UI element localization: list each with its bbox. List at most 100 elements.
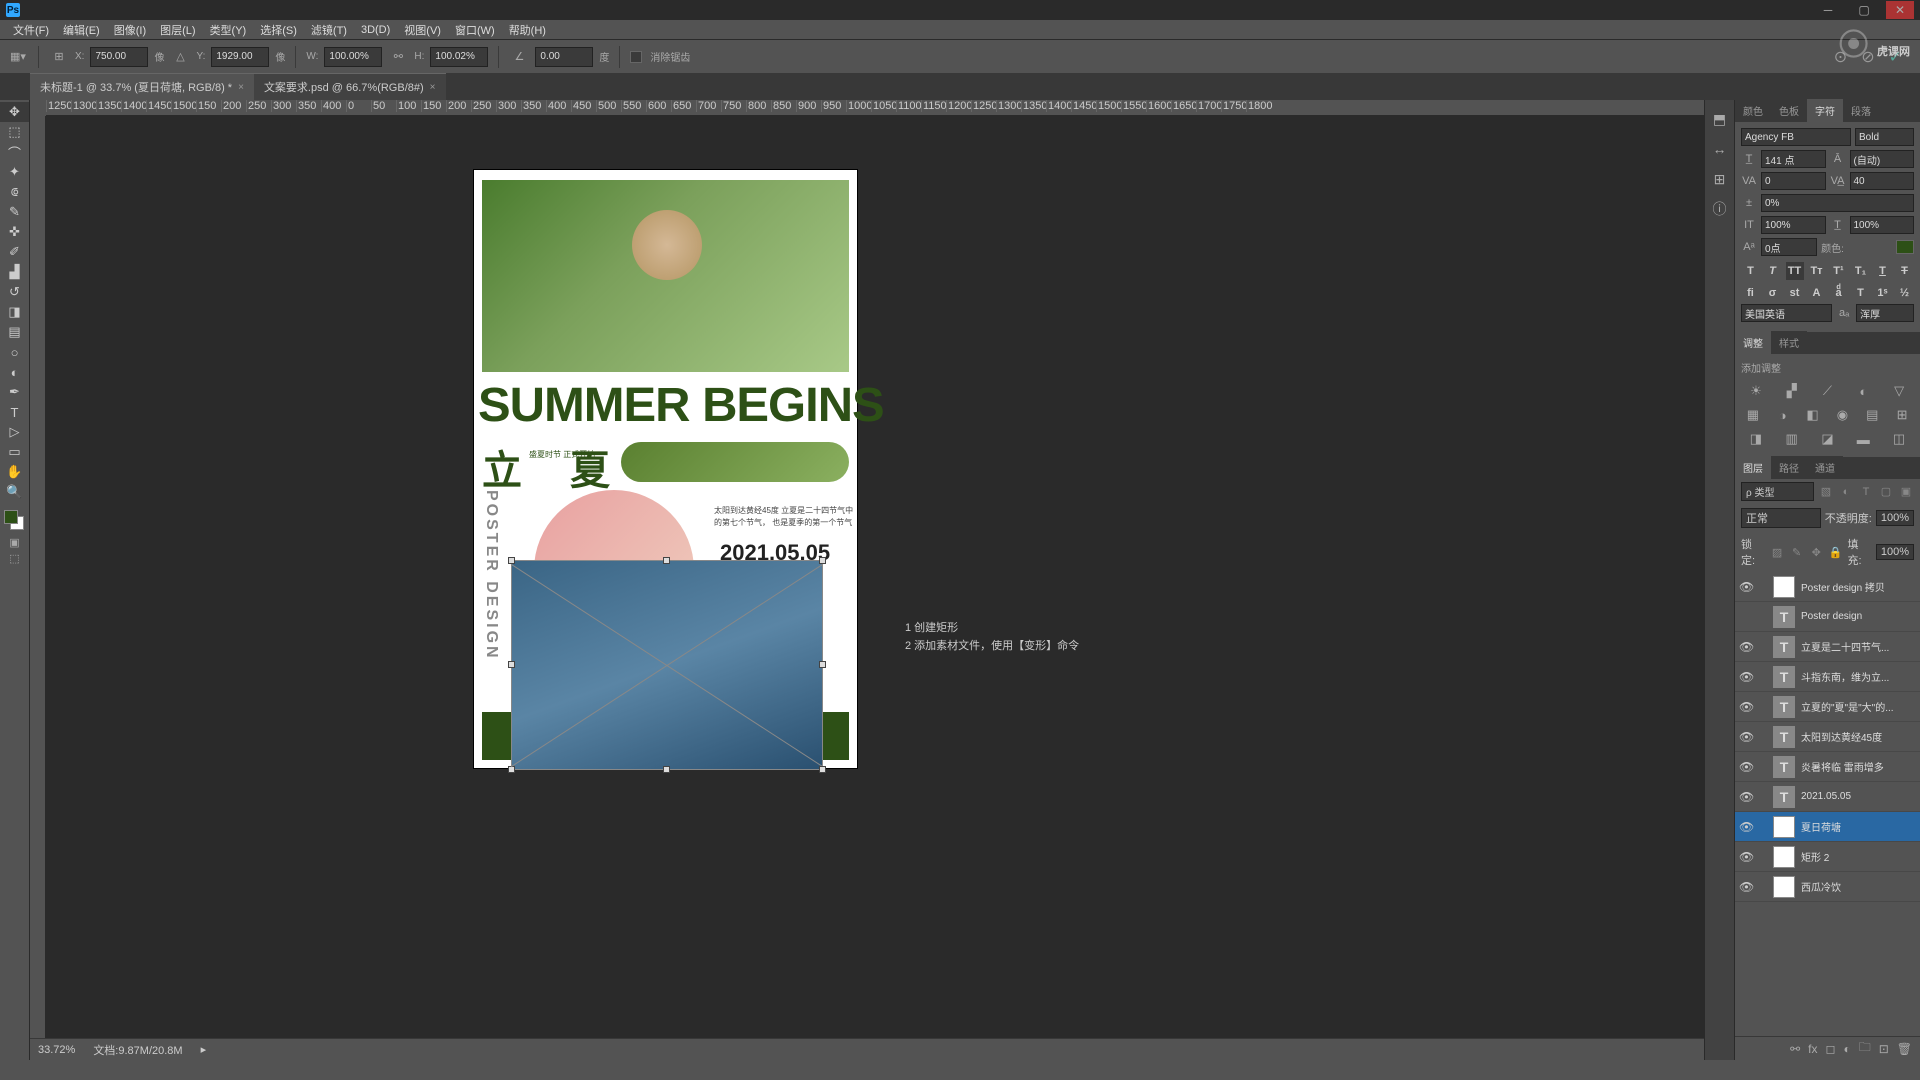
filter-type-icon[interactable]: T (1858, 484, 1874, 500)
brush-panel-icon[interactable]: ↔ (1711, 140, 1729, 158)
layer-row[interactable]: 👁T立夏的"夏"是"大"的... (1735, 692, 1920, 722)
antialias-check[interactable] (630, 51, 642, 63)
layer-row[interactable]: 👁 矩形 2 (1735, 842, 1920, 872)
layer-name[interactable]: 立夏的"夏"是"大"的... (1801, 699, 1894, 714)
screenmode-icon[interactable]: ⬚ (0, 550, 29, 566)
w-input[interactable] (324, 47, 382, 67)
maximize-button[interactable]: ▢ (1850, 1, 1878, 19)
marquee-tool[interactable]: ⬚ (0, 122, 29, 142)
layer-list[interactable]: 👁Poster design 拷贝TPoster design👁T立夏是二十四节… (1735, 572, 1920, 1036)
menu-type[interactable]: 类型(Y) (203, 22, 254, 38)
layer-row[interactable]: 👁西瓜冷饮 (1735, 872, 1920, 902)
vibrance-icon[interactable]: ▽ (1890, 382, 1908, 400)
menu-window[interactable]: 窗口(W) (448, 22, 502, 38)
menu-filter[interactable]: 滤镜(T) (304, 22, 354, 38)
handle-mr[interactable] (819, 661, 826, 668)
doc-size[interactable]: 文档:9.87M/20.8M (93, 1042, 182, 1058)
handle-bc[interactable] (663, 766, 670, 773)
subscript-button[interactable]: T₁ (1852, 262, 1870, 280)
adjustment-layer-icon[interactable]: ◐ (1843, 1042, 1850, 1056)
layer-thumbnail[interactable]: T (1773, 696, 1795, 718)
tab-styles[interactable]: 样式 (1771, 331, 1807, 354)
eyedropper-tool[interactable]: ✎ (0, 202, 29, 222)
layer-filter-kind[interactable]: ρ 类型 (1741, 482, 1814, 501)
close-tab-icon[interactable]: × (430, 82, 436, 93)
visibility-toggle[interactable]: 👁 (1739, 790, 1753, 804)
angle-input[interactable] (535, 47, 593, 67)
transform-tool-icon[interactable]: ▦▾ (8, 47, 28, 67)
kerning-input[interactable]: 0 (1761, 172, 1826, 190)
lasso-tool[interactable]: ⌒ (0, 142, 29, 162)
font-family-select[interactable]: Agency FB (1741, 128, 1851, 146)
lock-trans-icon[interactable]: ▨ (1769, 544, 1785, 560)
visibility-toggle[interactable]: 👁 (1739, 640, 1753, 654)
oldstyle-button[interactable]: σ (1764, 284, 1782, 302)
brightness-icon[interactable]: ☀ (1747, 382, 1765, 400)
visibility-toggle[interactable]: 👁 (1739, 850, 1753, 864)
layer-name[interactable]: 矩形 2 (1801, 849, 1829, 864)
tab-adjustments[interactable]: 调整 (1735, 331, 1771, 354)
delete-layer-icon[interactable]: 🗑 (1897, 1042, 1912, 1056)
menu-image[interactable]: 图像(I) (107, 22, 153, 38)
gradientmap-icon[interactable]: ▬ (1854, 430, 1872, 448)
titling-button[interactable]: A (1808, 284, 1826, 302)
color-swatches[interactable] (0, 510, 29, 534)
history-brush-tool[interactable]: ↺ (0, 282, 29, 302)
layer-name[interactable]: 西瓜冷饮 (1801, 879, 1841, 894)
layer-thumbnail[interactable]: T (1773, 636, 1795, 658)
colorlookup-icon[interactable]: ⊞ (1893, 406, 1911, 424)
layer-row[interactable]: TPoster design (1735, 602, 1920, 632)
ruler-horizontal[interactable]: 1250130013501400145015001502002503003504… (46, 100, 1704, 116)
vscale-input[interactable]: 100% (1761, 216, 1826, 234)
zoom-level[interactable]: 33.72% (38, 1044, 75, 1056)
lock-pos-icon[interactable]: ✥ (1808, 544, 1824, 560)
lock-pixel-icon[interactable]: ✎ (1789, 544, 1805, 560)
menu-view[interactable]: 视图(V) (397, 22, 448, 38)
layer-row[interactable]: 👁T立夏是二十四节气... (1735, 632, 1920, 662)
curves-icon[interactable]: ⟋ (1818, 382, 1836, 400)
tab-paths[interactable]: 路径 (1771, 456, 1807, 479)
opacity-input[interactable]: 100% (1876, 510, 1914, 526)
doc-tab-1[interactable]: 未标题-1 @ 33.7% (夏日荷塘, RGB/8) *× (30, 73, 254, 100)
shape-tool[interactable]: ▭ (0, 442, 29, 462)
channelmixer-icon[interactable]: ▤ (1863, 406, 1881, 424)
hand-tool[interactable]: ✋ (0, 462, 29, 482)
layer-row[interactable]: 👁夏日荷塘 (1735, 812, 1920, 842)
visibility-toggle[interactable]: 👁 (1739, 670, 1753, 684)
close-button[interactable]: ✕ (1886, 1, 1914, 19)
brush-tool[interactable]: ✐ (0, 242, 29, 262)
layer-row[interactable]: 👁T炎暑将临 雷雨增多 (1735, 752, 1920, 782)
filter-shape-icon[interactable]: ▢ (1878, 484, 1894, 500)
menu-help[interactable]: 帮助(H) (502, 22, 553, 38)
layer-thumbnail[interactable] (1773, 846, 1795, 868)
history-panel-icon[interactable]: ⬒ (1711, 110, 1729, 128)
crop-tool[interactable]: ⟃ (0, 182, 29, 202)
type-tool[interactable]: T (0, 402, 29, 422)
move-tool[interactable]: ✥ (0, 102, 29, 122)
layer-mask-icon[interactable]: ◻ (1825, 1042, 1835, 1056)
link-wh-icon[interactable]: ⚯ (388, 47, 408, 67)
h-input[interactable] (430, 47, 488, 67)
link-layers-icon[interactable]: ⚯ (1790, 1042, 1800, 1056)
photofilter-icon[interactable]: ◉ (1833, 406, 1851, 424)
layer-name[interactable]: 炎暑将临 雷雨增多 (1801, 759, 1884, 774)
stylistic-button[interactable]: st (1786, 284, 1804, 302)
layer-thumbnail[interactable]: T (1773, 666, 1795, 688)
menu-file[interactable]: 文件(F) (6, 22, 56, 38)
slashed-zero-button[interactable]: ½ (1896, 284, 1914, 302)
ligature-button[interactable]: fi (1742, 284, 1760, 302)
layer-thumbnail[interactable]: T (1773, 786, 1795, 808)
handle-br[interactable] (819, 766, 826, 773)
ruler-origin[interactable] (30, 100, 46, 116)
gradient-tool[interactable]: ▤ (0, 322, 29, 342)
colorbalance-icon[interactable]: ◑ (1774, 406, 1792, 424)
wand-tool[interactable]: ✦ (0, 162, 29, 182)
text-color-chip[interactable] (1896, 240, 1914, 254)
menu-layer[interactable]: 图层(L) (153, 22, 202, 38)
layer-thumbnail[interactable]: T (1773, 726, 1795, 748)
warp-icon[interactable]: ⊙ (1834, 47, 1847, 67)
visibility-toggle[interactable] (1739, 610, 1753, 624)
levels-icon[interactable]: ▞ (1783, 382, 1801, 400)
layer-thumbnail[interactable] (1773, 876, 1795, 898)
doc-tab-2[interactable]: 文案要求.psd @ 66.7%(RGB/8#)× (254, 73, 446, 100)
